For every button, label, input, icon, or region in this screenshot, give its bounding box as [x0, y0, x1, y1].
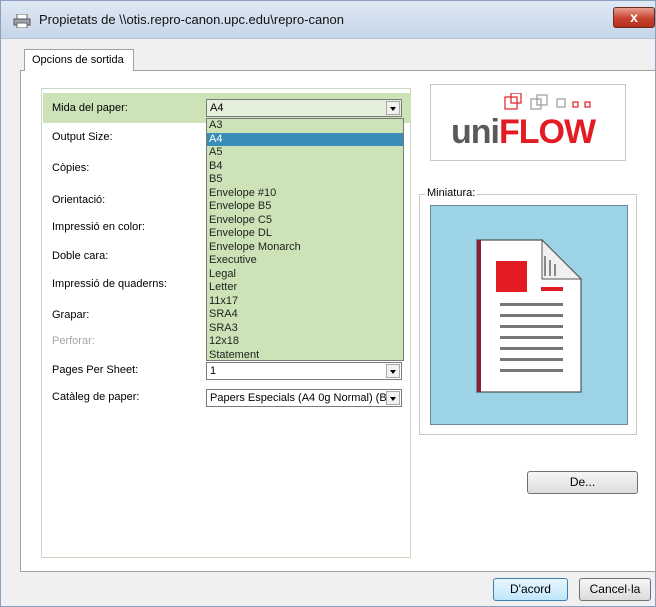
logo-text: uniFLOW — [451, 113, 596, 152]
paper-size-option[interactable]: Letter — [207, 281, 403, 295]
cancel-button[interactable]: Cancel·la — [579, 578, 651, 601]
paper-catalog-label: Catàleg de paper: — [52, 391, 140, 403]
properties-dialog: Propietats de \\otis.repro-canon.upc.edu… — [0, 0, 656, 607]
details-button[interactable]: De... — [527, 471, 638, 494]
paper-size-option[interactable]: 11x17 — [207, 295, 403, 309]
uniflow-logo: uniFLOW — [430, 84, 626, 161]
ok-button[interactable]: D'acord — [493, 578, 568, 601]
paper-size-option[interactable]: B5 — [207, 173, 403, 187]
color-print-label: Impressió en color: — [52, 221, 145, 233]
paper-size-option[interactable]: A4 — [207, 132, 403, 146]
chevron-down-icon[interactable] — [386, 101, 400, 115]
paper-size-option[interactable]: 12x18 — [207, 335, 403, 349]
copies-label: Còpies: — [52, 162, 90, 174]
pages-per-sheet-label: Pages Per Sheet: — [52, 364, 139, 376]
paper-size-option[interactable]: Statement — [207, 349, 403, 363]
paper-size-option[interactable]: SRA3 — [207, 322, 403, 336]
paper-size-option[interactable]: Envelope #10 — [207, 187, 403, 201]
paper-size-option[interactable]: B4 — [207, 160, 403, 174]
printer-icon — [13, 14, 31, 28]
paper-size-option[interactable]: Envelope C5 — [207, 214, 403, 228]
title-bar: Propietats de \\otis.repro-canon.upc.edu… — [1, 1, 655, 39]
paper-size-label: Mida del paper: — [52, 102, 128, 114]
paper-size-dropdown-list[interactable]: A3 A4 A5 B4 B5 Envelope #10 Envelope B5 Envelop… — [206, 118, 404, 361]
logo-squares-icon — [504, 93, 591, 110]
tab-output-options[interactable]: Opcions de sortida — [24, 49, 134, 71]
paper-size-option[interactable]: A3 — [207, 119, 403, 133]
punch-label: Perforar: — [52, 335, 95, 347]
page-preview — [430, 205, 628, 425]
logo-text-flow: FLOW — [498, 113, 596, 151]
logo-text-uni: uni — [451, 113, 500, 151]
pages-per-sheet-select[interactable]: 1 — [206, 362, 402, 380]
booklet-label: Impressió de quaderns: — [52, 278, 167, 290]
preview-legend: Miniatura: — [425, 187, 478, 199]
paper-size-option[interactable]: Executive — [207, 254, 403, 268]
pages-per-sheet-value: 1 — [210, 365, 217, 377]
paper-catalog-value: Papers Especials (A4 0g Normal) (Bl — [210, 392, 390, 404]
close-button[interactable]: x — [613, 7, 655, 28]
duplex-label: Doble cara: — [52, 250, 109, 262]
paper-size-option[interactable]: A5 — [207, 146, 403, 160]
output-size-label: Output Size: — [52, 131, 113, 143]
orientation-label: Orientació: — [52, 194, 106, 206]
chevron-down-icon[interactable] — [386, 391, 400, 405]
chevron-down-icon[interactable] — [386, 364, 400, 378]
paper-size-select[interactable]: A4 — [206, 99, 402, 117]
window-title: Propietats de \\otis.repro-canon.upc.edu… — [39, 12, 344, 27]
paper-size-option[interactable]: Envelope DL — [207, 227, 403, 241]
paper-size-value: A4 — [210, 102, 224, 114]
paper-catalog-select[interactable]: Papers Especials (A4 0g Normal) (Bl — [206, 389, 402, 407]
staple-label: Grapar: — [52, 309, 90, 321]
paper-size-option[interactable]: Legal — [207, 268, 403, 282]
document-preview-icon — [476, 238, 583, 393]
paper-size-option[interactable]: Envelope B5 — [207, 200, 403, 214]
paper-size-option[interactable]: SRA4 — [207, 308, 403, 322]
paper-size-option[interactable]: Envelope Monarch — [207, 241, 403, 255]
